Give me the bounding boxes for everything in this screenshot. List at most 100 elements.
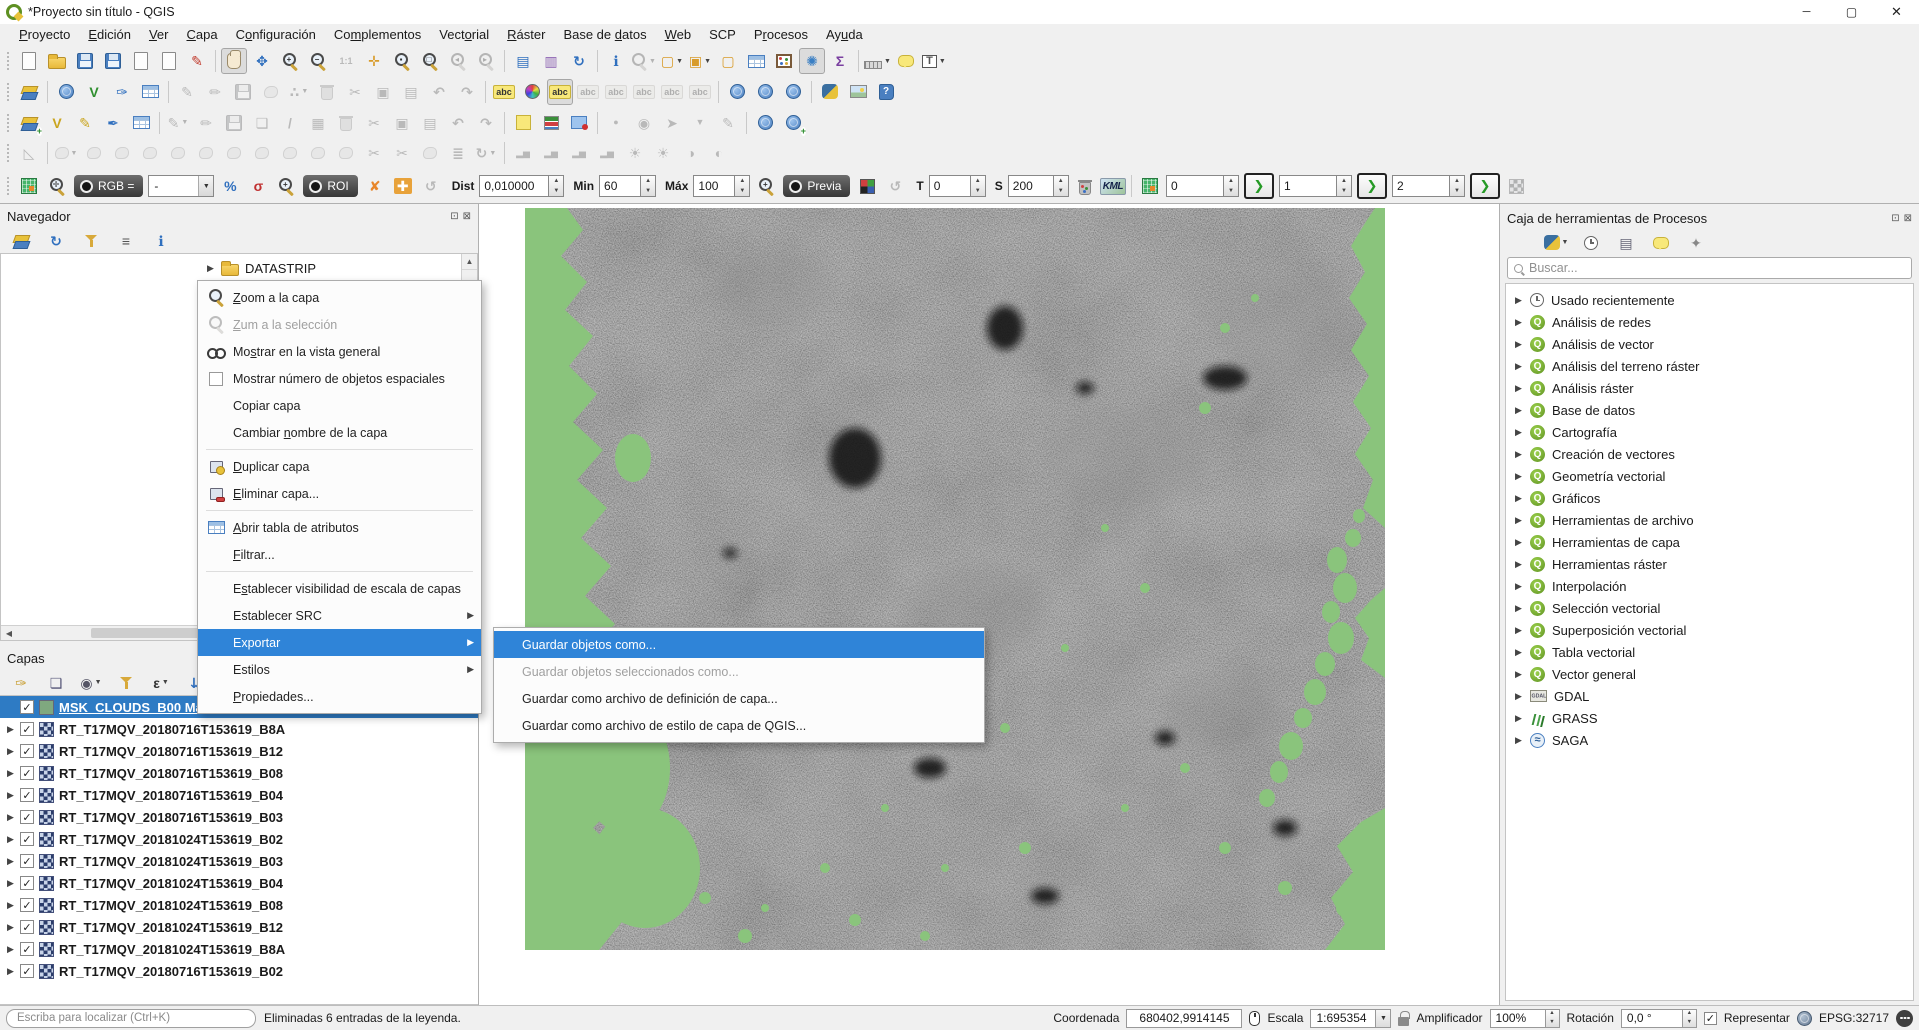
context-menu-item-cambiar-nombre-de-la-capa[interactable]: Cambiar nombre de la capa	[198, 419, 481, 446]
refresh-map-icon[interactable]: ↻	[566, 48, 592, 74]
pan-map-icon[interactable]	[221, 48, 247, 74]
pin-labels-icon[interactable]: abc	[575, 79, 601, 105]
layer-row[interactable]: ▶✓RT_T17MQV_20181024T153619_B02	[0, 828, 478, 850]
expander-icon[interactable]: ▶	[6, 922, 15, 933]
layer-row[interactable]: ▶✓RT_T17MQV_20181024T153619_B04	[0, 872, 478, 894]
style-manager-icon[interactable]: ✎	[184, 48, 210, 74]
new-project-icon[interactable]	[16, 48, 42, 74]
expander-icon[interactable]: ▶	[6, 944, 15, 955]
expander-icon[interactable]: ▶	[6, 724, 15, 735]
scp-go-1-button[interactable]: ❯	[1357, 173, 1387, 199]
expander-icon[interactable]: ▶	[6, 768, 15, 779]
toolbox-group-interpolación[interactable]: ▶Interpolación	[1506, 575, 1913, 597]
toolbox-close-icon[interactable]: ⊠	[1904, 213, 1912, 224]
toolbox-results-icon[interactable]: ▤	[1613, 230, 1639, 256]
close-button[interactable]: ✕	[1874, 0, 1919, 24]
toolbox-group-vector-general[interactable]: ▶Vector general	[1506, 663, 1913, 685]
browser-collapse-icon[interactable]: ≡	[113, 228, 139, 254]
context-menu-item-filtrar[interactable]: Filtrar...	[198, 541, 481, 568]
pan-to-selection-icon[interactable]: ✥	[249, 48, 275, 74]
locator-input[interactable]: Escriba para localizar (Ctrl+K)	[6, 1009, 256, 1028]
zoom-native-icon[interactable]: 1:1	[333, 48, 359, 74]
new-spatialite-icon[interactable]: ✎	[72, 110, 98, 136]
expander-icon[interactable]: ▶	[1514, 647, 1523, 658]
expander-icon[interactable]: ▶	[1514, 427, 1523, 438]
scp-roi-create-icon[interactable]: ✚	[390, 173, 416, 199]
scp-rgb-chip[interactable]: RGB =	[74, 175, 143, 197]
cancel-edits-icon[interactable]: /	[277, 110, 303, 136]
scp-refresh-icon[interactable]: ↺	[882, 173, 908, 199]
scp-band0-input[interactable]: 0▲▼	[1166, 175, 1239, 197]
crs-globe-icon[interactable]	[1797, 1011, 1812, 1026]
python-console-icon[interactable]	[817, 79, 843, 105]
toolbox-group-superposición-vectorial[interactable]: ▶Superposición vectorial	[1506, 619, 1913, 641]
menu-base-de-datos[interactable]: Base de datos	[554, 24, 655, 46]
submenu-item-guardar-como-archivo-de-estilo-de-capa-de-qgis[interactable]: Guardar como archivo de estilo de capa d…	[494, 712, 984, 739]
layer-row[interactable]: ▶✓RT_T17MQV_20181024T153619_B12	[0, 916, 478, 938]
toolbox-group-selección-vectorial[interactable]: ▶Selección vectorial	[1506, 597, 1913, 619]
context-menu-item-propiedades[interactable]: Propiedades...	[198, 683, 481, 710]
toolbox-group-análisis-de-vector[interactable]: ▶Análisis de vector	[1506, 333, 1913, 355]
toolbox-group-base-de-datos[interactable]: ▶Base de datos	[1506, 399, 1913, 421]
map-canvas[interactable]	[480, 205, 1499, 1005]
zoom-next-icon[interactable]: ▸	[473, 48, 499, 74]
expander-icon[interactable]: ▶	[1514, 515, 1523, 526]
rotate-symbols-icon[interactable]: ↻▼	[473, 140, 499, 166]
filter-expression-icon[interactable]: ε▼	[148, 670, 174, 696]
add-ring-icon[interactable]	[165, 140, 191, 166]
add-mesh-layer-icon[interactable]: ✑	[109, 79, 135, 105]
layer-visibility-checkbox[interactable]: ✓	[20, 964, 34, 978]
toolbox-group-tabla-vectorial[interactable]: ▶Tabla vectorial	[1506, 641, 1913, 663]
toolbox-feedback-icon[interactable]	[1648, 230, 1674, 256]
scp-go-2-button[interactable]: ❯	[1470, 173, 1500, 199]
scale-combo[interactable]: 1:695354 ▼	[1310, 1009, 1391, 1028]
render-checkbox[interactable]: ✓	[1704, 1012, 1717, 1025]
scp-kml-icon[interactable]: KML	[1100, 173, 1126, 199]
browser-properties-icon[interactable]: ℹ	[148, 228, 174, 254]
expander-icon[interactable]: ▶	[1514, 537, 1523, 548]
scp-min-input[interactable]: 60▲▼	[599, 175, 656, 197]
layer-visibility-checkbox[interactable]: ✓	[20, 700, 34, 714]
paste-features-icon[interactable]: ▤	[398, 79, 424, 105]
current-edits-icon[interactable]: ✎▼	[165, 110, 191, 136]
save-project-icon[interactable]	[72, 48, 98, 74]
browser-item-datastrip[interactable]: ▶ DATASTRIP	[206, 258, 477, 278]
save-project-as-icon[interactable]	[100, 48, 126, 74]
context-menu-item-copiar-capa[interactable]: Copiar capa	[198, 392, 481, 419]
delete-part-icon[interactable]	[277, 140, 303, 166]
layer-visibility-checkbox[interactable]: ✓	[20, 920, 34, 934]
increase-contrast-icon[interactable]: ◑	[678, 140, 704, 166]
menu-capa[interactable]: Capa	[177, 24, 226, 46]
context-menu-item-estilos[interactable]: Estilos▶	[198, 656, 481, 683]
toolbar-handle[interactable]	[6, 51, 11, 71]
expander-icon[interactable]: ▶	[206, 263, 215, 274]
toggle-editing-icon[interactable]: ✎	[174, 79, 200, 105]
layer-visibility-checkbox[interactable]: ✓	[20, 832, 34, 846]
context-menu-item-zoom-a-la-capa[interactable]: Zoom a la capa	[198, 284, 481, 311]
delete-part-icon[interactable]	[333, 110, 359, 136]
field-calculator-icon[interactable]	[771, 48, 797, 74]
allow-edits-icon[interactable]: ✏	[193, 110, 219, 136]
run-feature-action-icon[interactable]: ▼	[631, 48, 657, 74]
full-histogram-stretch-icon[interactable]: ▂▅	[538, 140, 564, 166]
offset-curve-icon[interactable]	[305, 140, 331, 166]
vertex-tool-icon[interactable]: ∴▼	[286, 79, 312, 105]
layout-manager-icon[interactable]	[156, 48, 182, 74]
toolbox-group-grass[interactable]: ▶GRASS	[1506, 707, 1913, 729]
expander-icon[interactable]: ▶	[6, 790, 15, 801]
expander-icon[interactable]: ▶	[1514, 295, 1523, 306]
scp-t-input[interactable]: 0▲▼	[929, 175, 986, 197]
menu-r-ster[interactable]: Ráster	[498, 24, 554, 46]
zoom-to-selection-icon[interactable]: ▪	[389, 48, 415, 74]
scp-go-0-button[interactable]: ❯	[1244, 173, 1274, 199]
undo-2-icon[interactable]: ↶	[445, 110, 471, 136]
scp-zoom-preview-icon[interactable]: +	[753, 173, 779, 199]
toolbox-history-icon[interactable]	[1578, 230, 1604, 256]
scp-delete-icon[interactable]	[1072, 173, 1098, 199]
globe-plugin-icon[interactable]	[752, 110, 778, 136]
context-menu-item-abrir-tabla-de-atributos[interactable]: Abrir tabla de atributos	[198, 514, 481, 541]
add-group-icon[interactable]: ❏	[43, 670, 69, 696]
scp-preview-chip[interactable]: Previa	[783, 175, 850, 197]
delete-selected-icon[interactable]	[314, 79, 340, 105]
submenu-item-guardar-como-archivo-de-definición-de-capa[interactable]: Guardar como archivo de definición de ca…	[494, 685, 984, 712]
